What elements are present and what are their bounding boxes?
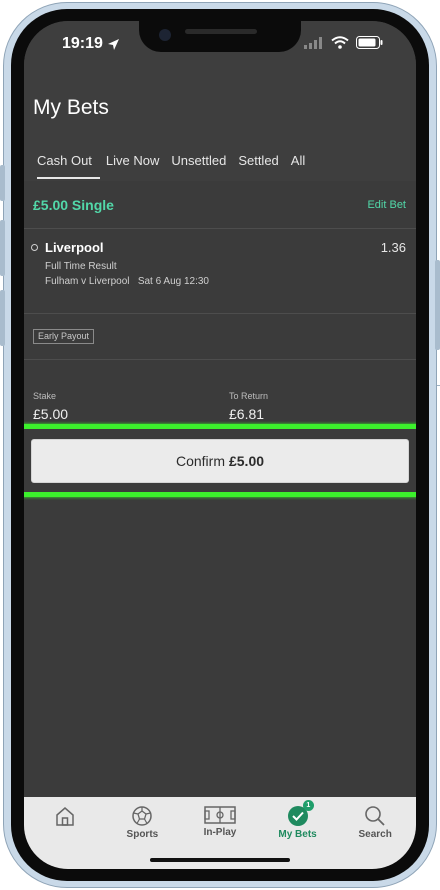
nav-in-play-label: In-Play [203,827,237,838]
divider [24,359,416,360]
tab-unsettled[interactable]: Unsettled [165,149,232,181]
market-name: Full Time Result [45,261,117,272]
notch [139,21,301,52]
to-return-value: £6.81 [229,406,265,422]
page-title: My Bets [33,96,109,119]
status-time: 19:19 [62,35,120,53]
tab-bar: Cash Out Live Now Unsettled Settled All [24,149,311,181]
selection-name: Liverpool [45,240,104,255]
stake-value: £5.00 [33,406,69,422]
speaker [185,29,257,34]
status-time-text: 19:19 [62,35,103,52]
confirm-amount: £5.00 [228,453,265,469]
selection-radio-icon [31,244,38,251]
wifi-icon [331,36,349,49]
tab-all[interactable]: All [285,149,311,181]
edit-bet-link[interactable]: Edit Bet [367,199,406,211]
confirm-button[interactable]: Confirm £5.00 [31,439,409,483]
nav-search[interactable]: Search [336,797,414,869]
tab-live-now[interactable]: Live Now [100,149,165,181]
power-button [435,260,440,350]
volume-down-button [0,290,5,346]
divider [24,313,416,314]
confirm-label: Confirm [175,453,225,469]
to-return-label: To Return [229,391,269,401]
home-indicator[interactable] [150,858,290,862]
event-details: Fulham v Liverpool Sat 6 Aug 12:30 [45,276,209,287]
nav-my-bets-label: My Bets [278,829,317,840]
nav-home[interactable] [26,797,104,869]
volume-up-button [0,220,5,276]
divider [24,228,416,229]
location-arrow-icon [107,38,119,50]
nav-sports-label: Sports [126,829,159,840]
bet-title: £5.00 Single [33,197,114,213]
early-payout-badge: Early Payout [33,329,95,344]
search-icon [365,806,385,826]
bet-slip: £5.00 Single Edit Bet Liverpool 1.36 Ful… [24,181,416,797]
pitch-icon [204,806,236,824]
silent-switch [0,165,5,201]
my-bets-badge: 1 [302,800,314,811]
battery-icon [356,36,383,49]
tab-settled[interactable]: Settled [232,149,284,181]
nav-search-label: Search [358,829,392,840]
stake-label: Stake [33,391,57,401]
football-icon [132,806,153,826]
status-icons [304,36,383,49]
tab-cash-out[interactable]: Cash Out [24,149,100,181]
selection-odds: 1.36 [380,240,406,255]
screen: 19:19 My Bets Cash Out Live Now Unsettle… [24,21,416,869]
home-icon [56,807,74,826]
camera [159,29,171,41]
cellular-signal-icon [304,36,322,49]
